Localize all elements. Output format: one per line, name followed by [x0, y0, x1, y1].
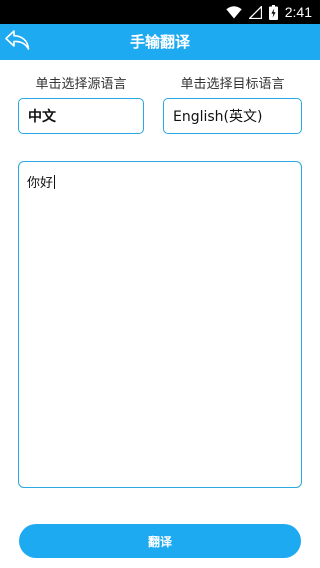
target-language-label: 单击选择目标语言 [180, 77, 285, 92]
app-bar: 手输翻译 [0, 24, 320, 60]
text-cursor [54, 175, 56, 189]
status-bar: 2:41 [0, 0, 320, 24]
page-title: 手输翻译 [129, 33, 190, 51]
status-time: 2:41 [284, 4, 312, 20]
source-language-value: 中文 [28, 109, 56, 125]
text-input-area[interactable]: 你好 [18, 161, 302, 488]
wifi-icon [226, 5, 242, 19]
source-language-label: 单击选择源语言 [35, 77, 127, 92]
target-language-selector[interactable]: English(英文) [163, 98, 302, 134]
translate-button-label: 翻译 [147, 534, 172, 549]
translate-button[interactable]: 翻译 [19, 524, 301, 558]
input-text: 你好 [27, 176, 54, 191]
cellular-signal-icon [248, 5, 262, 19]
source-language-selector[interactable]: 中文 [18, 98, 144, 134]
battery-charging-icon [268, 4, 278, 20]
target-language-value: English(英文) [173, 109, 263, 125]
